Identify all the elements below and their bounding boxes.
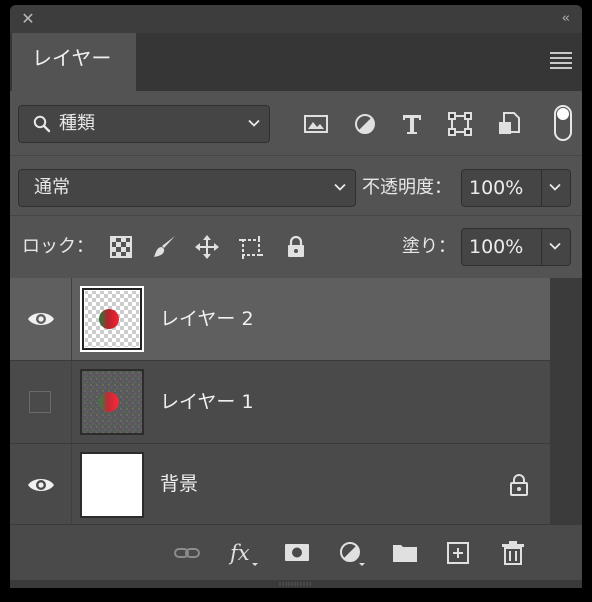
visibility-checkbox[interactable] bbox=[29, 391, 51, 413]
layers-panel: ✕ ‹‹ レイヤー 種類 通常 不透明度： 100% ロック： 塗り： 100%… bbox=[0, 0, 592, 602]
eye-icon[interactable] bbox=[27, 309, 55, 329]
visibility-toggle[interactable] bbox=[10, 361, 72, 443]
blend-row: 通常 不透明度： 100% bbox=[10, 156, 582, 215]
tab-row: レイヤー bbox=[10, 33, 582, 91]
collapse-icon[interactable]: ‹‹ bbox=[562, 10, 571, 28]
chevron-down-icon bbox=[334, 183, 346, 191]
visibility-toggle[interactable] bbox=[10, 444, 72, 524]
opacity-value[interactable]: 100% bbox=[469, 170, 523, 206]
fill-label: 塗り： bbox=[402, 236, 456, 257]
chevron-down-icon[interactable] bbox=[549, 181, 561, 193]
layer-row-layer-2[interactable]: レイヤー 2 bbox=[10, 278, 550, 360]
close-icon[interactable]: ✕ bbox=[19, 10, 37, 28]
lock-row: ロック： 塗り： 100% bbox=[10, 216, 582, 277]
new-layer-icon[interactable] bbox=[443, 539, 473, 567]
grip-icon bbox=[279, 582, 311, 586]
link-layers-icon[interactable] bbox=[172, 539, 202, 567]
layer-name[interactable]: 背景 bbox=[160, 444, 198, 524]
lock-artboard-icon[interactable] bbox=[238, 234, 264, 260]
chevron-down-icon bbox=[248, 119, 260, 127]
search-icon bbox=[33, 115, 51, 133]
lock-position-icon[interactable] bbox=[194, 234, 220, 260]
layer-thumbnail[interactable] bbox=[80, 369, 144, 435]
filter-toggle[interactable] bbox=[554, 105, 572, 141]
type-filter-icon[interactable] bbox=[398, 110, 426, 138]
opacity-label: 不透明度： bbox=[362, 177, 452, 198]
filter-kind-dropdown[interactable]: 種類 bbox=[18, 105, 270, 143]
shape-filter-icon[interactable] bbox=[446, 110, 474, 138]
lock-label: ロック： bbox=[22, 236, 94, 257]
layer-thumbnail[interactable] bbox=[80, 452, 144, 518]
eye-icon[interactable] bbox=[27, 475, 55, 495]
bottom-toolbar: fx bbox=[10, 524, 582, 580]
layer-name[interactable]: レイヤー 1 bbox=[160, 361, 254, 443]
chevron-down-icon[interactable] bbox=[549, 240, 561, 252]
layer-thumbnail[interactable] bbox=[80, 286, 144, 352]
delete-icon[interactable] bbox=[498, 539, 528, 567]
blend-mode-dropdown[interactable]: 通常 bbox=[18, 169, 356, 207]
layer-list: レイヤー 2 レイヤー 1 背景 bbox=[10, 278, 582, 524]
field-divider bbox=[541, 229, 542, 265]
filter-kind-label: 種類 bbox=[59, 113, 95, 134]
lock-image-pixels-icon[interactable] bbox=[152, 234, 178, 260]
layer-row-background[interactable]: 背景 bbox=[10, 444, 550, 524]
panel-resize-handle[interactable] bbox=[10, 580, 582, 588]
smart-object-filter-icon[interactable] bbox=[495, 110, 523, 138]
panel-menu-icon[interactable] bbox=[550, 52, 572, 69]
svg-text:fx: fx bbox=[228, 541, 250, 565]
image-filter-icon[interactable] bbox=[302, 110, 330, 138]
blend-mode-label: 通常 bbox=[34, 177, 70, 198]
fill-value[interactable]: 100% bbox=[469, 229, 523, 265]
filter-toggle-knob bbox=[557, 108, 569, 120]
panel-frame: ✕ ‹‹ レイヤー 種類 通常 不透明度： 100% ロック： 塗り： 100%… bbox=[10, 5, 582, 588]
layer-list-scrollbar[interactable] bbox=[550, 278, 582, 524]
panel-body: 種類 通常 不透明度： 100% ロック： 塗り： 100% レイヤー 2 レイ… bbox=[10, 91, 582, 588]
add-mask-icon[interactable] bbox=[282, 539, 312, 567]
layer-name[interactable]: レイヤー 2 bbox=[160, 278, 254, 360]
new-group-icon[interactable] bbox=[390, 539, 420, 567]
layer-row-layer-1[interactable]: レイヤー 1 bbox=[10, 361, 550, 443]
lock-transparent-pixels-icon[interactable] bbox=[108, 234, 134, 260]
filter-row: 種類 bbox=[10, 91, 582, 155]
tab-layers[interactable]: レイヤー bbox=[12, 33, 136, 91]
adjustment-layer-icon[interactable] bbox=[336, 539, 366, 567]
field-divider bbox=[541, 170, 542, 206]
panel-titlebar: ✕ ‹‹ bbox=[10, 5, 582, 33]
fill-field[interactable]: 100% bbox=[461, 228, 571, 266]
visibility-toggle[interactable] bbox=[10, 278, 72, 360]
adjustment-filter-icon[interactable] bbox=[351, 110, 379, 138]
fx-icon[interactable]: fx bbox=[228, 539, 258, 567]
opacity-field[interactable]: 100% bbox=[461, 169, 571, 207]
lock-all-icon[interactable] bbox=[283, 234, 309, 260]
layer-lock-icon[interactable] bbox=[508, 473, 530, 497]
